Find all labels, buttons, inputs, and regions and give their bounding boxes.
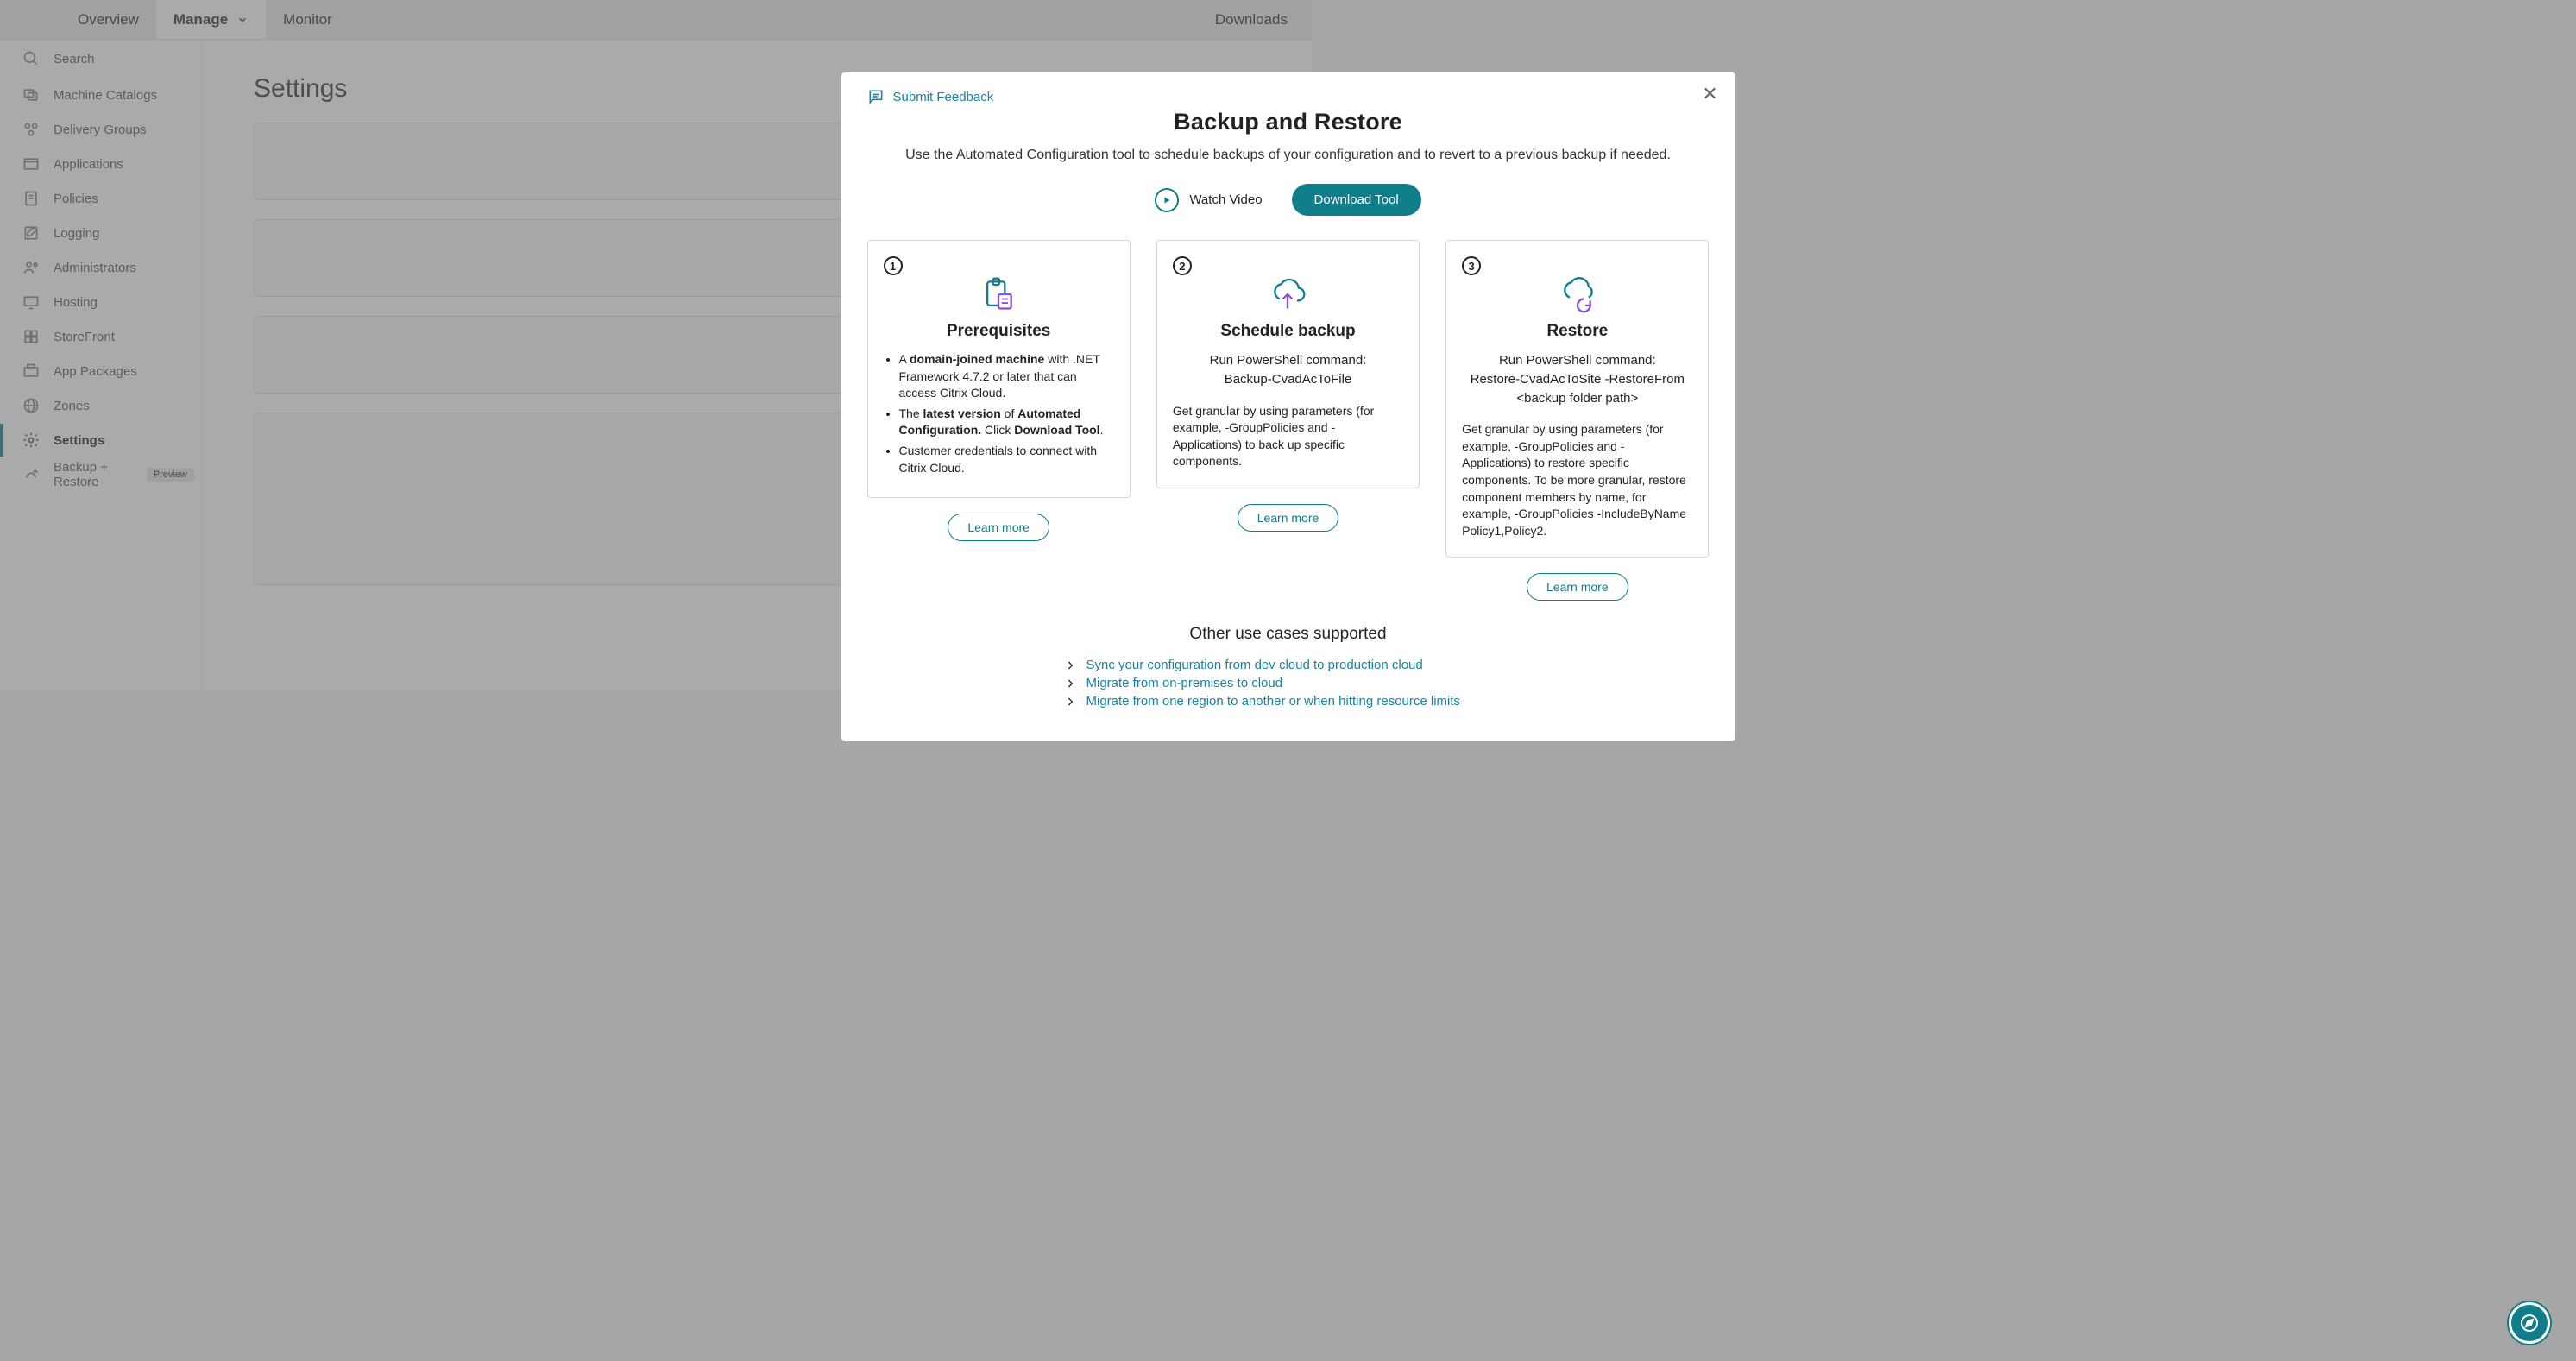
card-cmd-2: Run PowerShell command: Backup-CvadAcToF… <box>1173 351 1403 389</box>
step-number-3: 3 <box>1462 256 1481 275</box>
modal-overlay: ✕ Submit Feedback Backup and Restore Use… <box>0 0 2576 1361</box>
other-usecases-title: Other use cases supported <box>867 625 1710 644</box>
card-cmd-3: Run PowerShell command: Restore-CvadAcTo… <box>1462 351 1692 407</box>
step-number-1: 1 <box>884 256 903 275</box>
chevron-right-icon <box>1064 696 1076 708</box>
watch-video-link[interactable]: Watch Video <box>1155 188 1262 212</box>
submit-feedback-link[interactable]: Submit Feedback <box>867 88 1710 105</box>
learn-more-1[interactable]: Learn more <box>948 514 1049 541</box>
card-restore: 3 Restore Run PowerShell command: Restor… <box>1445 240 1709 601</box>
usecase-sync[interactable]: Sync your configuration from dev cloud t… <box>1064 658 1423 672</box>
usecase-list: Sync your configuration from dev cloud t… <box>1064 656 1513 710</box>
backup-restore-modal: ✕ Submit Feedback Backup and Restore Use… <box>841 72 1735 741</box>
close-button[interactable]: ✕ <box>1699 83 1722 105</box>
card-title-3: Restore <box>1462 322 1692 341</box>
modal-subtitle: Use the Automated Configuration tool to … <box>867 148 1710 163</box>
card-prerequisites: 1 Prerequisites A domain-joined machine … <box>867 240 1131 601</box>
cloud-upload-icon <box>1173 275 1403 313</box>
feedback-icon <box>867 88 885 105</box>
learn-more-2[interactable]: Learn more <box>1238 504 1339 532</box>
card-desc-2: Get granular by using parameters (for ex… <box>1173 403 1403 470</box>
play-icon <box>1155 188 1179 212</box>
chevron-right-icon <box>1064 659 1076 671</box>
card-desc-3: Get granular by using parameters (for ex… <box>1462 421 1692 539</box>
compass-icon <box>2519 1313 2540 1333</box>
card-schedule-backup: 2 Schedule backup Run PowerShell command… <box>1156 240 1420 601</box>
prerequisites-list: A domain-joined machine with .NET Framew… <box>884 351 1114 476</box>
usecase-migrate-region[interactable]: Migrate from one region to another or wh… <box>1064 694 1461 709</box>
usecase-migrate-onprem[interactable]: Migrate from on-premises to cloud <box>1064 676 1283 690</box>
modal-title: Backup and Restore <box>867 109 1710 135</box>
learn-more-3[interactable]: Learn more <box>1527 573 1628 601</box>
help-fab[interactable] <box>2509 1302 2550 1344</box>
card-title-2: Schedule backup <box>1173 322 1403 341</box>
chevron-right-icon <box>1064 677 1076 690</box>
step-number-2: 2 <box>1173 256 1192 275</box>
cloud-restore-icon <box>1462 275 1692 313</box>
clipboard-icon <box>884 275 1114 313</box>
download-tool-button[interactable]: Download Tool <box>1292 184 1421 216</box>
card-title-1: Prerequisites <box>884 322 1114 341</box>
